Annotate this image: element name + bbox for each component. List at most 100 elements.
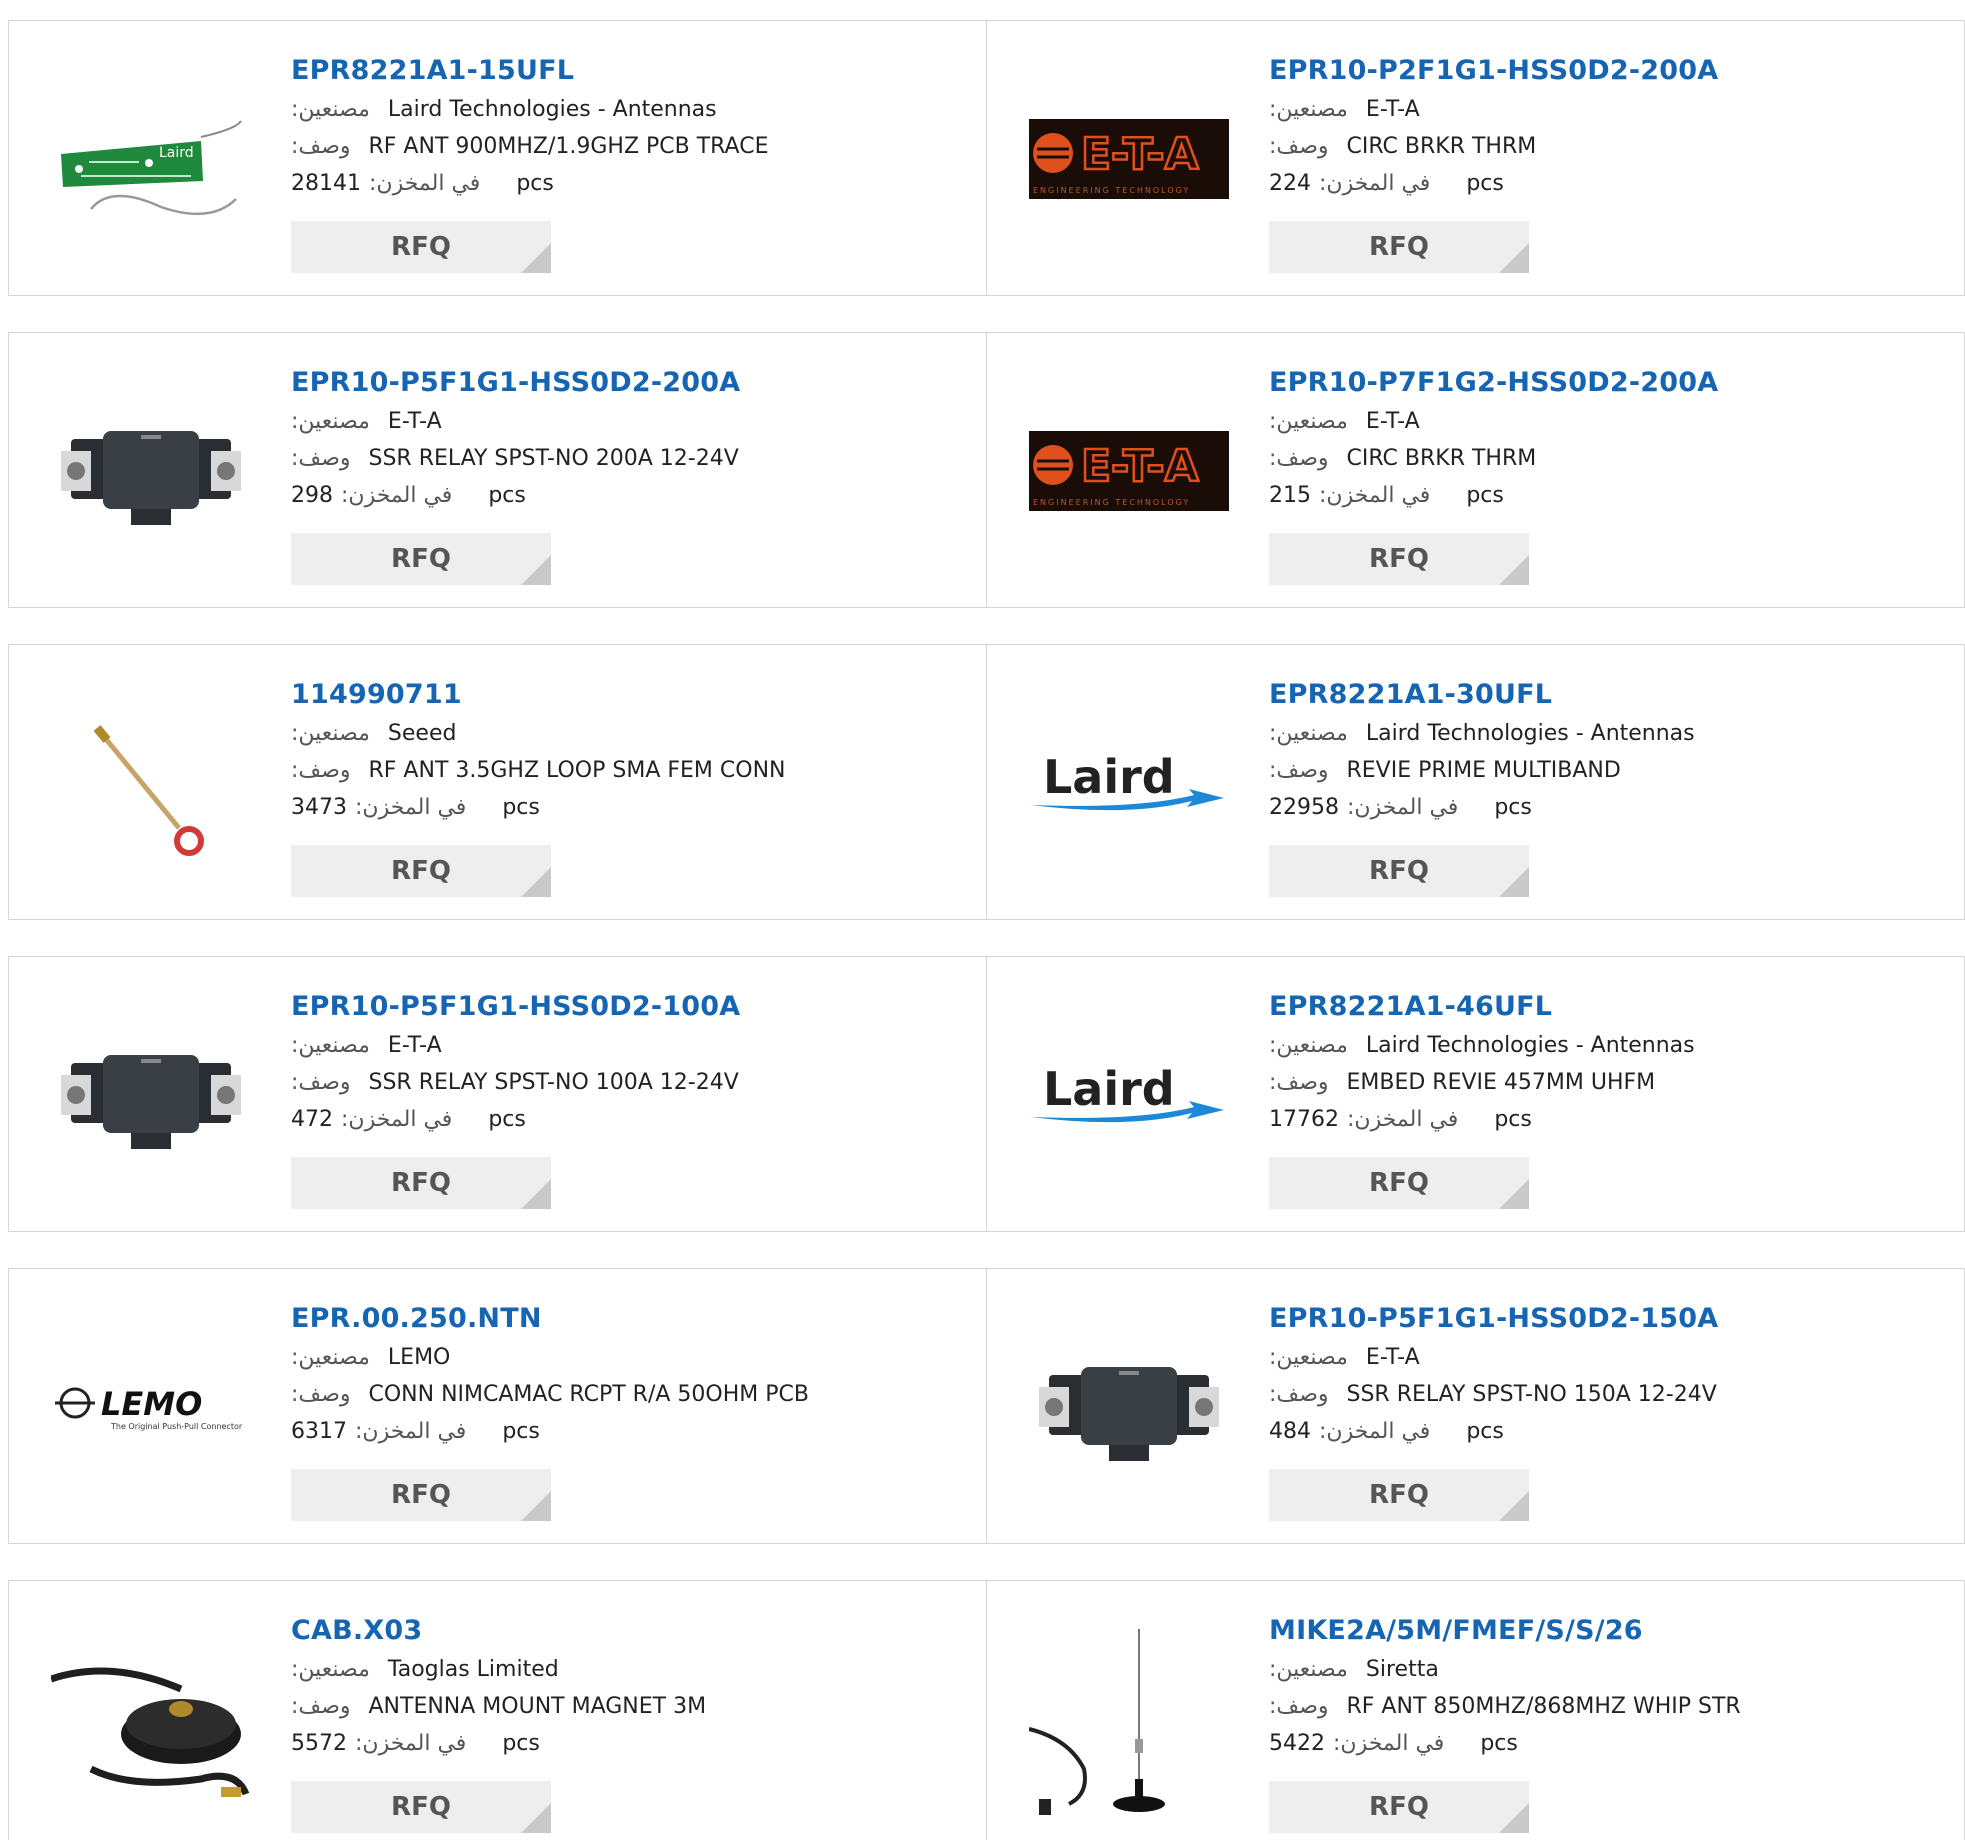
rfq-button[interactable]: RFQ bbox=[1269, 1157, 1529, 1209]
stock-value: 5572 bbox=[291, 1731, 347, 1756]
rfq-button[interactable]: RFQ bbox=[291, 845, 551, 897]
manufacturer-label: :مصنعين bbox=[291, 1657, 370, 1682]
svg-text:ENGINEERING TECHNOLOGY: ENGINEERING TECHNOLOGY bbox=[1033, 186, 1190, 195]
product-grid: Laird EPR8221A1-15UFL :مصنعين Laird Tech… bbox=[8, 20, 1965, 1840]
description-row: :وصف SSR RELAY SPST-NO 150A 12-24V bbox=[1269, 1376, 1939, 1413]
part-number-link[interactable]: 114990711 bbox=[291, 675, 961, 715]
description-label: :وصف bbox=[291, 134, 351, 159]
rfq-corner-decoration bbox=[1499, 867, 1529, 897]
product-image[interactable] bbox=[51, 1619, 251, 1819]
rfq-corner-decoration bbox=[521, 1803, 551, 1833]
stock-label: :في المخزن bbox=[1347, 795, 1459, 820]
stock-value: 298 bbox=[291, 483, 333, 508]
description-row: :وصف CIRC BRKR THRM bbox=[1269, 128, 1939, 165]
rfq-label: RFQ bbox=[1369, 1168, 1429, 1198]
manufacturer-value: Laird Technologies - Antennas bbox=[1365, 721, 1695, 746]
part-number-link[interactable]: MIKE2A/5M/FMEF/S/S/26 bbox=[1269, 1611, 1939, 1651]
description-value: CIRC BRKR THRM bbox=[1346, 446, 1537, 471]
manufacturer-label: :مصنعين bbox=[1269, 1345, 1348, 1370]
description-label: :وصف bbox=[1269, 134, 1329, 159]
description-row: :وصف EMBED REVIE 457MM UHFM bbox=[1269, 1064, 1939, 1101]
rfq-button[interactable]: RFQ bbox=[1269, 845, 1529, 897]
product-info: EPR10-P5F1G1-HSS0D2-200A :مصنعين E-T-A :… bbox=[291, 363, 961, 514]
description-value: RF ANT 900MHZ/1.9GHZ PCB TRACE bbox=[368, 134, 769, 159]
product-image[interactable]: Laird bbox=[1029, 995, 1229, 1195]
product-card: Laird EPR8221A1-15UFL :مصنعين Laird Tech… bbox=[8, 20, 987, 296]
stock-value: 215 bbox=[1269, 483, 1311, 508]
product-image[interactable]: Laird bbox=[1029, 683, 1229, 883]
product-info: EPR.00.250.NTN :مصنعين LEMO :وصف CONN NI… bbox=[291, 1299, 961, 1450]
stock-unit: pcs bbox=[1494, 1107, 1532, 1132]
part-number-link[interactable]: EPR.00.250.NTN bbox=[291, 1299, 961, 1339]
rfq-button[interactable]: RFQ bbox=[291, 533, 551, 585]
description-value: SSR RELAY SPST-NO 100A 12-24V bbox=[368, 1070, 739, 1095]
product-image[interactable] bbox=[1029, 1619, 1229, 1819]
part-number-link[interactable]: EPR8221A1-46UFL bbox=[1269, 987, 1939, 1027]
stock-label: :في المخزن bbox=[355, 1419, 467, 1444]
stock-row: 472 :في المخزن pcs bbox=[291, 1101, 961, 1138]
manufacturer-label: :مصنعين bbox=[1269, 1657, 1348, 1682]
description-row: :وصف ANTENNA MOUNT MAGNET 3M bbox=[291, 1688, 961, 1725]
description-value: SSR RELAY SPST-NO 200A 12-24V bbox=[368, 446, 739, 471]
description-label: :وصف bbox=[1269, 758, 1329, 783]
part-number-link[interactable]: EPR8221A1-15UFL bbox=[291, 51, 961, 91]
product-image[interactable] bbox=[1029, 1307, 1229, 1507]
rfq-button[interactable]: RFQ bbox=[1269, 1781, 1529, 1833]
product-card: LEMO The Original Push-Pull Connector EP… bbox=[8, 1268, 987, 1544]
product-image[interactable]: E-T-A ENGINEERING TECHNOLOGY bbox=[1029, 371, 1229, 571]
part-number-link[interactable]: EPR10-P5F1G1-HSS0D2-200A bbox=[291, 363, 961, 403]
product-card: CAB.X03 :مصنعين Taoglas Limited :وصف ANT… bbox=[8, 1580, 987, 1840]
manufacturer-row: :مصنعين Laird Technologies - Antennas bbox=[291, 91, 961, 128]
svg-text:The Original Push-Pull Connect: The Original Push-Pull Connector bbox=[110, 1422, 243, 1431]
product-image[interactable]: E-T-A ENGINEERING TECHNOLOGY bbox=[1029, 59, 1229, 259]
manufacturer-value: E-T-A bbox=[1365, 97, 1420, 122]
rfq-button[interactable]: RFQ bbox=[291, 1157, 551, 1209]
manufacturer-row: :مصنعين E-T-A bbox=[1269, 403, 1939, 440]
stock-row: 224 :في المخزن pcs bbox=[1269, 165, 1939, 202]
stock-unit: pcs bbox=[502, 795, 540, 820]
manufacturer-value: Taoglas Limited bbox=[387, 1657, 559, 1682]
product-card: EPR10-P5F1G1-HSS0D2-200A :مصنعين E-T-A :… bbox=[8, 332, 987, 608]
manufacturer-row: :مصنعين E-T-A bbox=[1269, 1339, 1939, 1376]
product-row: LEMO The Original Push-Pull Connector EP… bbox=[8, 1268, 1965, 1544]
rfq-button[interactable]: RFQ bbox=[1269, 533, 1529, 585]
part-number-link[interactable]: CAB.X03 bbox=[291, 1611, 961, 1651]
rfq-button[interactable]: RFQ bbox=[1269, 221, 1529, 273]
rfq-button[interactable]: RFQ bbox=[291, 1469, 551, 1521]
product-image[interactable] bbox=[51, 995, 251, 1195]
rfq-corner-decoration bbox=[1499, 1803, 1529, 1833]
rfq-button[interactable]: RFQ bbox=[291, 221, 551, 273]
description-value: CONN NIMCAMAC RCPT R/A 50OHM PCB bbox=[368, 1382, 809, 1407]
description-label: :وصف bbox=[291, 1070, 351, 1095]
stock-unit: pcs bbox=[1466, 171, 1504, 196]
description-label: :وصف bbox=[291, 446, 351, 471]
product-row: 114990711 :مصنعين Seeed :وصف RF ANT 3.5G… bbox=[8, 644, 1965, 920]
manufacturer-label: :مصنعين bbox=[291, 409, 370, 434]
stock-row: 3473 :في المخزن pcs bbox=[291, 789, 961, 826]
part-number-link[interactable]: EPR8221A1-30UFL bbox=[1269, 675, 1939, 715]
stock-unit: pcs bbox=[1466, 1419, 1504, 1444]
stock-row: 5572 :في المخزن pcs bbox=[291, 1725, 961, 1762]
part-number-link[interactable]: EPR10-P7F1G2-HSS0D2-200A bbox=[1269, 363, 1939, 403]
product-info: EPR10-P5F1G1-HSS0D2-150A :مصنعين E-T-A :… bbox=[1269, 1299, 1939, 1450]
part-number-link[interactable]: EPR10-P5F1G1-HSS0D2-150A bbox=[1269, 1299, 1939, 1339]
part-number-link[interactable]: EPR10-P2F1G1-HSS0D2-200A bbox=[1269, 51, 1939, 91]
rfq-label: RFQ bbox=[391, 232, 451, 262]
product-image[interactable] bbox=[51, 683, 251, 883]
manufacturer-value: E-T-A bbox=[1365, 1345, 1420, 1370]
rfq-label: RFQ bbox=[1369, 1480, 1429, 1510]
product-image[interactable]: LEMO The Original Push-Pull Connector bbox=[51, 1307, 251, 1507]
manufacturer-value: E-T-A bbox=[387, 1033, 442, 1058]
description-value: CIRC BRKR THRM bbox=[1346, 134, 1537, 159]
rfq-button[interactable]: RFQ bbox=[291, 1781, 551, 1833]
product-info: MIKE2A/5M/FMEF/S/S/26 :مصنعين Siretta :و… bbox=[1269, 1611, 1939, 1762]
description-label: :وصف bbox=[291, 758, 351, 783]
stock-value: 472 bbox=[291, 1107, 333, 1132]
product-image[interactable]: Laird bbox=[51, 59, 251, 259]
part-number-link[interactable]: EPR10-P5F1G1-HSS0D2-100A bbox=[291, 987, 961, 1027]
product-card: EPR10-P5F1G1-HSS0D2-100A :مصنعين E-T-A :… bbox=[8, 956, 987, 1232]
product-card: EPR10-P5F1G1-HSS0D2-150A :مصنعين E-T-A :… bbox=[986, 1268, 1965, 1544]
rfq-button[interactable]: RFQ bbox=[1269, 1469, 1529, 1521]
product-image[interactable] bbox=[51, 371, 251, 571]
description-row: :وصف CONN NIMCAMAC RCPT R/A 50OHM PCB bbox=[291, 1376, 961, 1413]
